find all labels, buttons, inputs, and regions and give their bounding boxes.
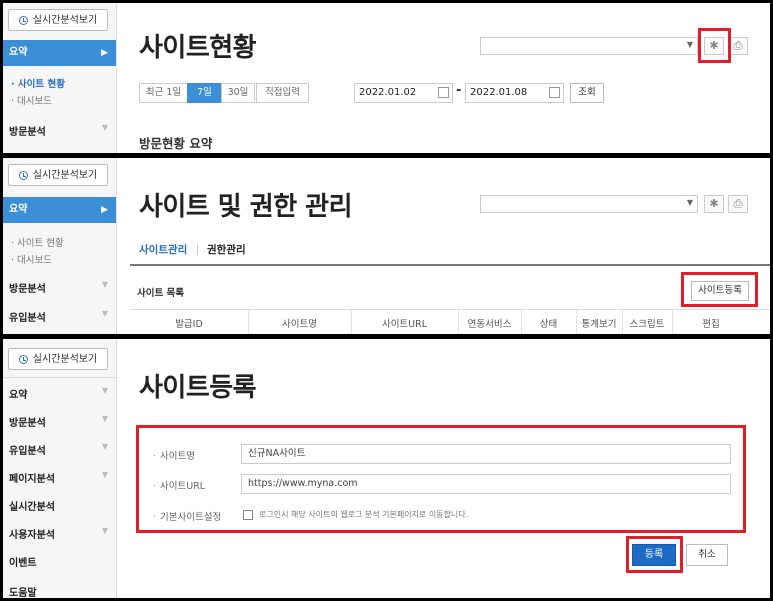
settings-highlight bbox=[698, 28, 731, 63]
site-select[interactable]: ▼ bbox=[480, 195, 698, 213]
sidebar: 실시간분석보기 요약 ▼ 방문분석 ▼ 유입분석 ▼ 페이지분석 ▼ 실시간분석 사용자… bbox=[3, 339, 117, 598]
printer-icon: ⎙ bbox=[733, 39, 743, 52]
calendar-icon[interactable] bbox=[438, 87, 449, 98]
clock-icon bbox=[18, 171, 28, 180]
nav-realtime-analysis[interactable]: 실시간분석 bbox=[3, 498, 116, 513]
page-title: 사이트등록 bbox=[139, 373, 257, 403]
nav-summary[interactable]: 요약 ▶ bbox=[3, 197, 116, 223]
site-permission-panel: 실시간분석보기 요약 ▶ · 사이트 현황 · 대시보드 방문분석 ▼ 유입분석 ▼ … bbox=[3, 158, 770, 334]
chevron-down-icon: ▼ bbox=[101, 470, 108, 479]
chevron-right-icon: ▶ bbox=[101, 48, 108, 58]
chevron-down-icon: ▼ bbox=[686, 40, 693, 49]
clock-icon bbox=[18, 355, 28, 364]
site-list-title: 사이트 목록 bbox=[137, 288, 185, 299]
visit-summary-title: 방문현황 요약 bbox=[139, 136, 213, 151]
table-header-border bbox=[130, 309, 770, 310]
nav-summary[interactable]: 요약 ▼ bbox=[3, 386, 116, 401]
tab-underline bbox=[130, 264, 770, 266]
tab-site-management[interactable]: 사이트관리 bbox=[139, 242, 187, 257]
col-edit: 편집 bbox=[702, 319, 720, 330]
site-url-input[interactable]: https://www.myna.com bbox=[241, 474, 731, 494]
realtime-button[interactable]: 실시간분석보기 bbox=[8, 348, 108, 370]
tab-permission-management[interactable]: 권한관리 bbox=[207, 242, 246, 257]
end-date-input[interactable]: 2022.01.08 bbox=[465, 83, 564, 103]
site-status-panel: 실시간분석보기 요약 ▶ · 사이트 현황 · 대시보드 방문분석 ▼ 사이트현황 … bbox=[3, 3, 770, 153]
nav-user-analysis[interactable]: 사용자분석 ▼ bbox=[3, 526, 116, 541]
site-register-panel: 실시간분석보기 요약 ▼ 방문분석 ▼ 유입분석 ▼ 페이지분석 ▼ 실시간분석 사용자… bbox=[3, 339, 770, 598]
chevron-down-icon: ▼ bbox=[101, 414, 108, 423]
nav-visit-analysis[interactable]: 방문분석 ▼ bbox=[3, 280, 116, 295]
sub-site-status[interactable]: · 사이트 현황 bbox=[11, 235, 64, 249]
col-site-name: 사이트명 bbox=[282, 319, 317, 330]
cancel-button[interactable]: 취소 bbox=[686, 544, 728, 566]
col-linked-service: 연동서비스 bbox=[467, 319, 512, 330]
chevron-down-icon: ▼ bbox=[101, 386, 108, 395]
site-name-input[interactable]: 신규NA사이트 bbox=[241, 444, 731, 464]
sidebar: 실시간분석보기 요약 ▶ · 사이트 현황 · 대시보드 방문분석 ▼ 유입분석 ▼ bbox=[3, 158, 117, 334]
query-button[interactable]: 조회 bbox=[570, 83, 604, 103]
chevron-down-icon: ▼ bbox=[101, 526, 108, 535]
sub-site-status[interactable]: · 사이트 현황 bbox=[11, 76, 65, 90]
start-date-input[interactable]: 2022.01.02 bbox=[354, 83, 453, 103]
realtime-button[interactable]: 실시간분석보기 bbox=[8, 9, 108, 31]
range-1day[interactable]: 최근 1일 bbox=[139, 83, 188, 103]
chevron-down-icon: ▼ bbox=[686, 198, 693, 207]
site-name-label: 사이트명 bbox=[153, 448, 195, 462]
chevron-down-icon: ▼ bbox=[101, 280, 108, 289]
site-url-label: 사이트URL bbox=[153, 478, 205, 492]
printer-icon: ⎙ bbox=[733, 197, 743, 210]
realtime-button[interactable]: 실시간분석보기 bbox=[8, 164, 108, 186]
nav-visit-analysis[interactable]: 방문분석 ▼ bbox=[3, 123, 116, 138]
chevron-down-icon: ▼ bbox=[101, 309, 108, 318]
chevron-right-icon: ▶ bbox=[101, 205, 108, 215]
default-site-description: 로그인시 해당 사이트의 웹로그 분석 기본페이지로 이동합니다. bbox=[259, 510, 469, 519]
tab-divider bbox=[197, 244, 198, 255]
nav-inflow-analysis[interactable]: 유입분석 ▼ bbox=[3, 309, 116, 324]
page-title: 사이트 및 권한 관리 bbox=[139, 192, 353, 222]
default-site-checkbox[interactable] bbox=[243, 510, 253, 520]
sub-dashboard[interactable]: · 대시보드 bbox=[11, 252, 52, 266]
submit-highlight bbox=[626, 536, 683, 573]
nav-summary[interactable]: 요약 ▶ bbox=[3, 40, 116, 66]
col-issue-id: 발급ID bbox=[175, 319, 203, 330]
sub-dashboard[interactable]: · 대시보드 bbox=[11, 93, 52, 107]
col-status: 상태 bbox=[539, 319, 558, 330]
nav-visit-analysis[interactable]: 방문분석 ▼ bbox=[3, 414, 116, 429]
range-7days[interactable]: 7일 bbox=[187, 83, 222, 103]
nav-help[interactable]: 도움말 bbox=[3, 584, 116, 598]
nav-inflow-analysis[interactable]: 유입분석 ▼ bbox=[3, 442, 116, 457]
nav-page-analysis[interactable]: 페이지분석 ▼ bbox=[3, 470, 116, 485]
range-30days[interactable]: 30일 bbox=[221, 83, 255, 103]
nav-event[interactable]: 이벤트 bbox=[3, 554, 116, 569]
clock-icon bbox=[18, 16, 28, 25]
range-custom[interactable]: 직접입력 bbox=[256, 83, 309, 103]
settings-button[interactable]: ✱ bbox=[704, 195, 724, 213]
date-separator: - bbox=[456, 83, 462, 98]
print-button[interactable]: ⎙ bbox=[728, 195, 748, 213]
gear-icon: ✱ bbox=[709, 197, 719, 210]
register-highlight bbox=[681, 272, 758, 307]
col-stats: 통계보기 bbox=[581, 319, 617, 330]
page-title: 사이트현황 bbox=[139, 33, 257, 63]
col-site-url: 사이트URL bbox=[381, 319, 428, 330]
site-select[interactable]: ▼ bbox=[480, 37, 698, 55]
print-button[interactable]: ⎙ bbox=[728, 37, 748, 55]
calendar-icon[interactable] bbox=[549, 87, 560, 98]
chevron-down-icon: ▼ bbox=[101, 123, 108, 132]
default-site-label: 기본사이트설정 bbox=[153, 509, 221, 523]
sidebar: 실시간분석보기 요약 ▶ · 사이트 현황 · 대시보드 방문분석 ▼ bbox=[3, 3, 117, 153]
chevron-down-icon: ▼ bbox=[101, 442, 108, 451]
col-script: 스크립트 bbox=[629, 319, 665, 330]
